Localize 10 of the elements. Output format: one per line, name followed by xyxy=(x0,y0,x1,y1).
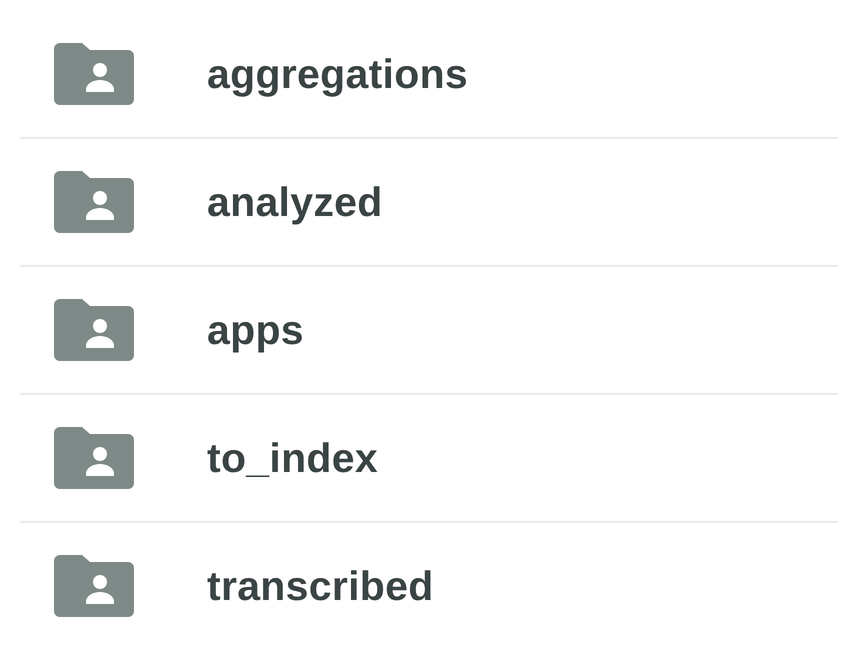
shared-folder-icon xyxy=(54,427,134,489)
folder-name[interactable]: apps xyxy=(207,306,304,354)
shared-folder-icon xyxy=(54,171,134,233)
shared-folder-icon xyxy=(54,43,134,105)
folder-name[interactable]: aggregations xyxy=(207,50,468,98)
folder-name[interactable]: to_index xyxy=(207,434,378,482)
folder-name[interactable]: transcribed xyxy=(207,562,434,610)
shared-folder-icon xyxy=(54,299,134,361)
folder-name[interactable]: analyzed xyxy=(207,178,383,226)
shared-folder-icon xyxy=(54,555,134,617)
